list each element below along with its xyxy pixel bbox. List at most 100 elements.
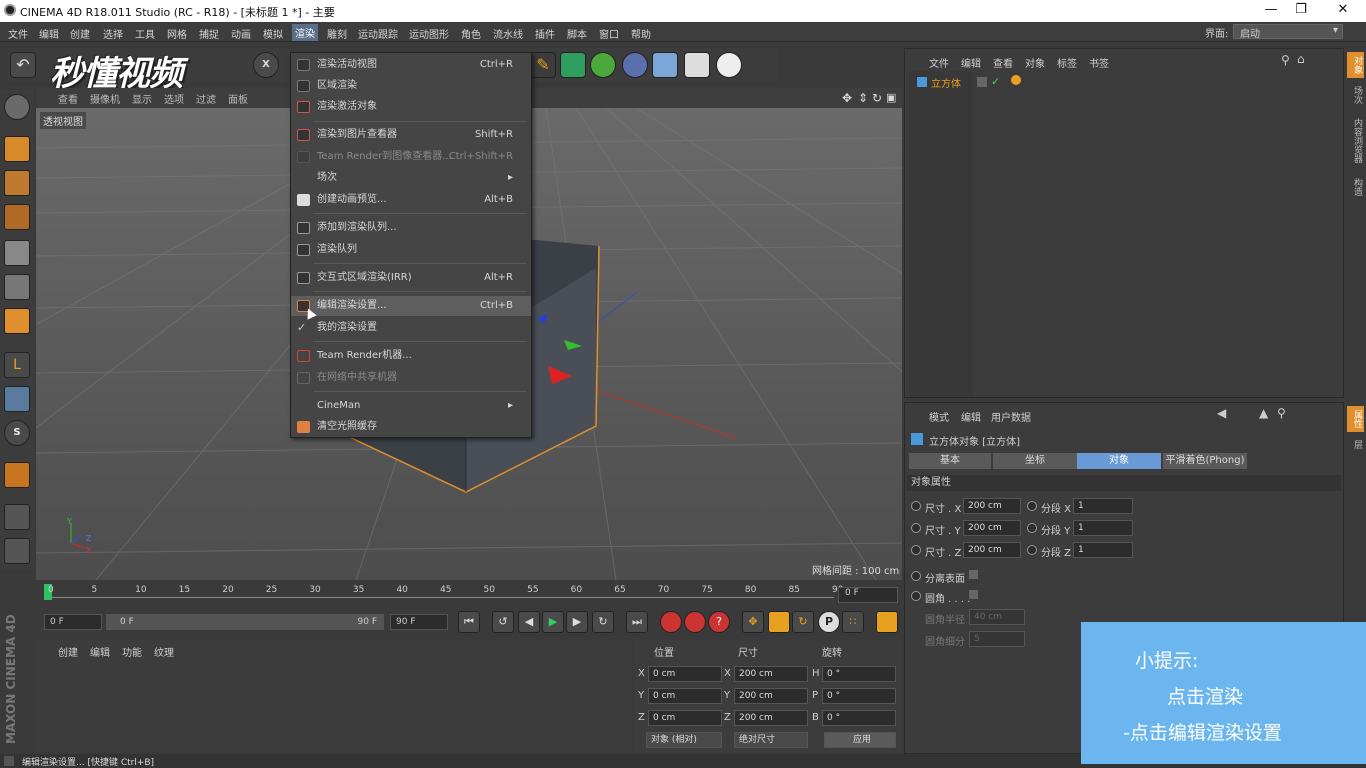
menu-item-flush-illumination-cache[interactable]: 清空光照缓存	[291, 417, 531, 437]
anim-radio[interactable]	[1027, 545, 1037, 555]
obj-menu-objects[interactable]: 对象	[1025, 55, 1045, 70]
side-tab-content-browser[interactable]: 内容浏览器	[1347, 118, 1364, 163]
mat-menu-function[interactable]: 功能	[122, 644, 142, 659]
tab-phong[interactable]: 平滑着色(Phong)	[1163, 453, 1247, 469]
menu-item-render-view[interactable]: 渲染活动视图 Ctrl+R	[291, 55, 531, 75]
points-mode-icon[interactable]	[4, 240, 30, 266]
search-icon[interactable]: ⚲	[1277, 406, 1286, 420]
end-frame-field[interactable]: 90 F	[390, 614, 448, 630]
play-icon[interactable]: ▶	[542, 611, 564, 633]
floor-icon[interactable]	[652, 52, 678, 78]
vp-menu-filter[interactable]: 过滤	[196, 91, 216, 106]
menu-select[interactable]: 选择	[103, 26, 123, 41]
anim-radio[interactable]	[1027, 523, 1037, 533]
menu-create[interactable]: 创建	[70, 26, 90, 41]
menu-item-my-render-settings[interactable]: ✓ 我的渲染设置	[291, 318, 531, 338]
fillet-radius-input[interactable]: 40 cm	[969, 609, 1025, 625]
up-arrow-icon[interactable]: ▲	[1259, 406, 1268, 420]
vp-menu-panel[interactable]: 面板	[228, 91, 248, 106]
frame-range-slider[interactable]: 0 F 90 F	[106, 614, 384, 630]
size-x-input[interactable]: 200 cm	[963, 498, 1021, 514]
menu-motion-tracking[interactable]: 运动跟踪	[358, 26, 398, 41]
object-row-cube[interactable]: 立方体	[911, 75, 971, 91]
obj-menu-bookmarks[interactable]: 书签	[1089, 55, 1109, 70]
auto-key-icon[interactable]	[684, 611, 706, 633]
record-keys-icon[interactable]	[660, 611, 682, 633]
next-key-icon[interactable]: ↻	[592, 611, 614, 633]
seg-y-input[interactable]: 1	[1073, 520, 1133, 536]
seg-x-input[interactable]: 1	[1073, 498, 1133, 514]
key-position-icon[interactable]: ✥	[742, 611, 764, 633]
deformer-icon[interactable]	[622, 52, 648, 78]
texture-mode-icon[interactable]	[4, 170, 30, 196]
edges-mode-icon[interactable]	[4, 274, 30, 300]
side-tab-objects[interactable]: 对象	[1347, 52, 1364, 78]
menu-render[interactable]: 渲染	[292, 24, 318, 41]
undo-icon[interactable]: ↶	[10, 52, 36, 78]
menu-item-share-machine[interactable]: 在网络中共享机器	[291, 368, 531, 388]
side-tab-structure[interactable]: 构造	[1347, 178, 1364, 196]
pos-x-field[interactable]: 0 cm	[648, 666, 722, 682]
home-icon[interactable]: ⌂	[1297, 52, 1305, 66]
zoom-view-icon[interactable]: ⇕	[858, 91, 868, 105]
side-tab-layers[interactable]: 层	[1347, 440, 1364, 449]
menu-mograph[interactable]: 运动图形	[409, 26, 449, 41]
move-view-icon[interactable]: ✥	[842, 91, 852, 105]
light-icon[interactable]	[716, 52, 742, 78]
size-z-input[interactable]: 200 cm	[963, 542, 1021, 558]
menu-item-make-preview[interactable]: 创建动画预览... Alt+B	[291, 190, 531, 210]
start-frame-field[interactable]: 0 F	[44, 614, 102, 630]
tab-object[interactable]: 对象	[1077, 453, 1161, 469]
menu-pipeline[interactable]: 流水线	[493, 26, 523, 41]
grid-snap-icon[interactable]	[4, 538, 30, 564]
anim-radio[interactable]	[911, 591, 921, 601]
menu-item-region-render[interactable]: 区域渲染	[291, 76, 531, 96]
previous-frame-icon[interactable]: ◀	[518, 611, 540, 633]
layout-select[interactable]: 启动 ▾	[1233, 24, 1343, 40]
attr-menu-edit[interactable]: 编辑	[961, 409, 981, 424]
mat-menu-texture[interactable]: 纹理	[154, 644, 174, 659]
anim-radio[interactable]	[911, 545, 921, 555]
size-z-field[interactable]: 200 cm	[734, 710, 808, 726]
layer-icon[interactable]	[977, 77, 987, 87]
rot-b-field[interactable]: 0 °	[822, 710, 896, 726]
x-axis-lock-icon[interactable]: X	[253, 52, 279, 78]
rotate-view-icon[interactable]: ↻	[872, 91, 882, 105]
separate-surfaces-checkbox[interactable]	[969, 570, 978, 579]
seg-z-input[interactable]: 1	[1073, 542, 1133, 558]
maximize-icon[interactable]: ❐	[1286, 2, 1316, 17]
maximize-view-icon[interactable]: ▣	[886, 91, 896, 104]
current-frame-field[interactable]: 0 F	[838, 587, 898, 603]
obj-menu-view[interactable]: 查看	[993, 55, 1013, 70]
menu-sculpt[interactable]: 雕刻	[327, 26, 347, 41]
size-y-input[interactable]: 200 cm	[963, 520, 1021, 536]
timeline-window-icon[interactable]	[876, 611, 898, 633]
vp-menu-camera[interactable]: 摄像机	[90, 91, 120, 106]
anim-radio[interactable]	[911, 571, 921, 581]
menu-item-takes[interactable]: 场次 ▸	[291, 168, 531, 188]
side-tab-attributes[interactable]: 属性	[1347, 406, 1364, 432]
snap-icon[interactable]: S	[4, 420, 30, 446]
globe-icon[interactable]	[4, 94, 30, 120]
apply-button[interactable]: 应用	[824, 732, 896, 748]
menu-item-render-queue[interactable]: 渲染队列	[291, 240, 531, 260]
mat-menu-create[interactable]: 创建	[58, 644, 78, 659]
key-scale-icon[interactable]	[768, 611, 790, 633]
fillet-subdivision-input[interactable]: 5	[969, 631, 1025, 647]
material-manager[interactable]: 创建 编辑 功能 纹理	[36, 640, 632, 752]
back-arrow-icon[interactable]: ◀	[1217, 406, 1226, 420]
vp-menu-view[interactable]: 查看	[58, 91, 78, 106]
menu-item-render-active[interactable]: 渲染激活对象	[291, 97, 531, 117]
vp-menu-options[interactable]: 选项	[164, 91, 184, 106]
tab-basic[interactable]: 基本	[909, 453, 991, 469]
next-frame-icon[interactable]: ▶	[566, 611, 588, 633]
flower-icon[interactable]	[590, 52, 616, 78]
go-to-end-icon[interactable]: ⏭	[626, 611, 648, 633]
mat-menu-edit[interactable]: 编辑	[90, 644, 110, 659]
menu-simulate[interactable]: 模拟	[263, 26, 283, 41]
menu-item-render-to-picture-viewer[interactable]: 渲染到图片查看器 Shift+R	[291, 125, 531, 145]
key-pla-icon[interactable]: ∷	[842, 611, 864, 633]
camera-icon[interactable]	[684, 52, 710, 78]
pos-y-field[interactable]: 0 cm	[648, 688, 722, 704]
previous-key-icon[interactable]: ↺	[492, 611, 514, 633]
